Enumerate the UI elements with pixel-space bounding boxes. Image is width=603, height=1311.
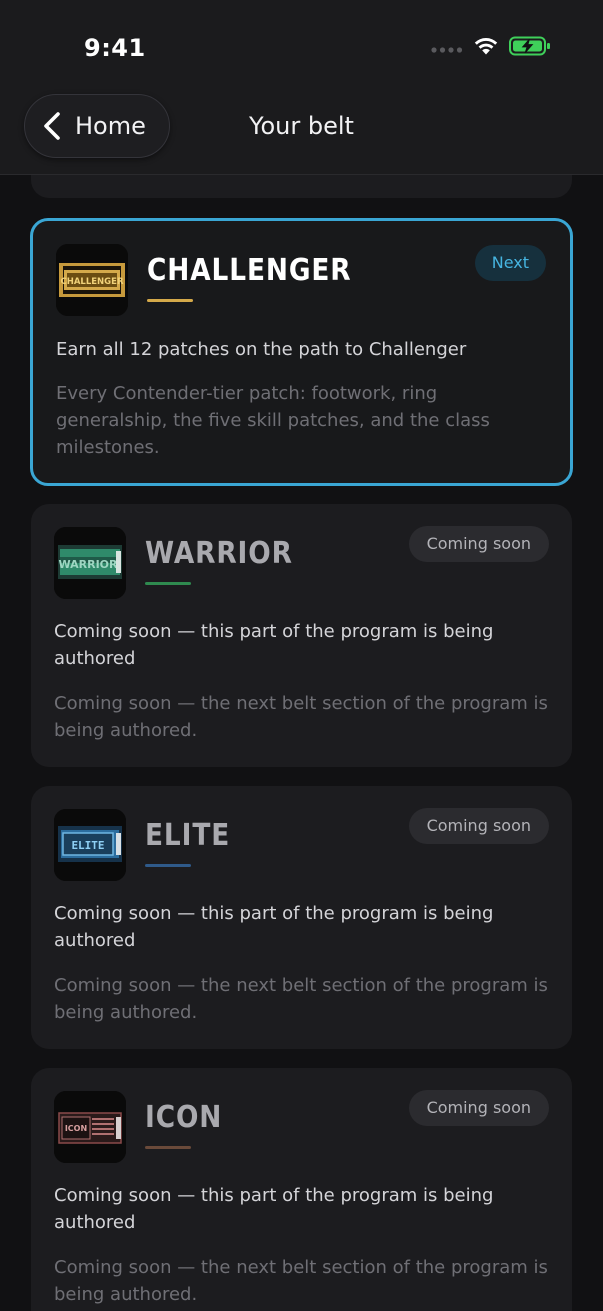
belt-underline: [145, 1146, 191, 1149]
screen: 9:41 Home Your belt CHALLENGER CHALLENGE…: [0, 0, 603, 1311]
coming-soon-badge: Coming soon: [408, 808, 549, 844]
belt-card-warrior[interactable]: WARRIOR WARRIOR Coming soon Coming soon …: [31, 504, 572, 767]
status-time: 9:41: [84, 34, 146, 62]
next-badge: Next: [474, 245, 546, 281]
belt-patch-icon: ELITE: [54, 809, 126, 881]
belt-name: ICON: [145, 1100, 223, 1135]
belt-patch-icon: ICON: [54, 1091, 126, 1163]
belt-goal: Coming soon — this part of the program i…: [54, 1185, 494, 1233]
belt-description: Coming soon — the next belt section of t…: [54, 693, 548, 741]
belt-goal: Coming soon — this part of the program i…: [54, 903, 494, 951]
wifi-icon: [473, 36, 499, 60]
belt-underline: [145, 582, 191, 585]
coming-soon-badge: Coming soon: [408, 1090, 549, 1126]
page-title: Your belt: [249, 112, 354, 140]
belt-underline: [147, 299, 193, 302]
patch-label: CHALLENGER: [60, 277, 123, 287]
belt-name: WARRIOR: [145, 536, 293, 571]
belt-description: Coming soon — the next belt section of t…: [54, 1257, 548, 1305]
battery-charging-icon: [509, 36, 551, 60]
status-bar: 9:41: [0, 0, 603, 90]
belt-card-challenger[interactable]: CHALLENGER CHALLENGER Next Earn all 12 p…: [30, 218, 573, 486]
patch-label: ICON: [65, 1124, 87, 1133]
belt-underline: [145, 864, 191, 867]
belt-name: CHALLENGER: [147, 253, 352, 288]
belt-patch-icon: CHALLENGER: [56, 244, 128, 316]
status-icons: [431, 36, 551, 60]
coming-soon-badge: Coming soon: [408, 526, 549, 562]
patch-label: WARRIOR: [58, 558, 118, 571]
belt-list[interactable]: CHALLENGER CHALLENGER Next Earn all 12 p…: [0, 175, 603, 1311]
belt-goal: Coming soon — this part of the program i…: [54, 621, 494, 669]
previous-belt-card[interactable]: [31, 175, 572, 198]
belt-description: Every Contender-tier patch: footwork, ri…: [56, 383, 490, 458]
belt-card-elite[interactable]: ELITE ELITE Coming soon Coming soon — th…: [31, 786, 572, 1049]
cellular-dots-icon: [431, 39, 463, 58]
patch-label: ELITE: [71, 839, 104, 852]
belt-description: Coming soon — the next belt section of t…: [54, 975, 548, 1023]
belt-patch-icon: WARRIOR: [54, 527, 126, 599]
belt-name: ELITE: [145, 818, 231, 853]
nav-bar: Home Your belt: [0, 90, 603, 175]
belt-goal: Earn all 12 patches on the path to Chall…: [56, 339, 467, 360]
belt-card-icon[interactable]: ICON ICON Coming soon Coming soon — this…: [31, 1068, 572, 1311]
